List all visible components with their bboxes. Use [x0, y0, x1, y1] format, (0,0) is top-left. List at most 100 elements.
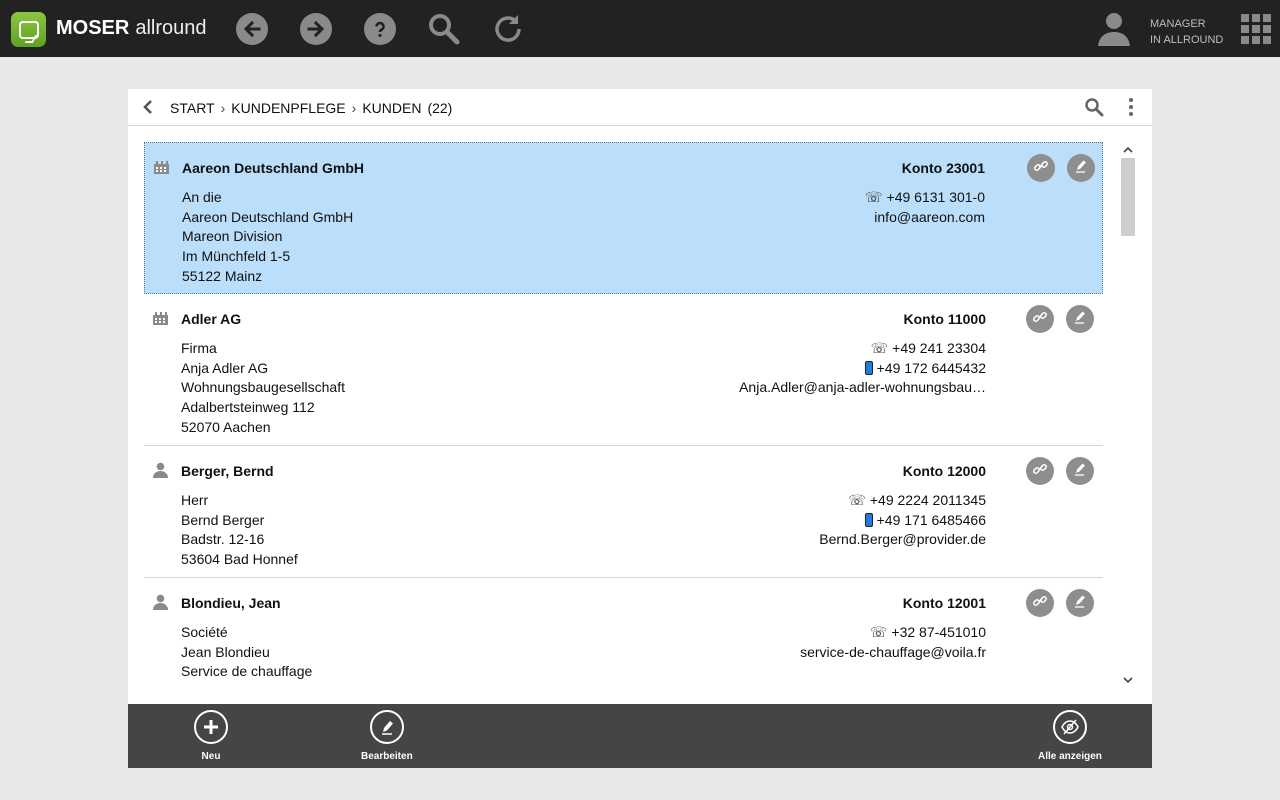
eye-hidden-icon: [1052, 710, 1087, 744]
top-bar: MOSER allround MANAGER IN ALLROUND: [0, 0, 1280, 57]
address-line: Im Münchfeld 1-5: [182, 248, 291, 265]
pencil-icon: [1073, 158, 1089, 179]
arrow-right-icon: [300, 13, 332, 45]
email-address[interactable]: info@aareon.com: [865, 208, 985, 228]
user-avatar-icon[interactable]: [1096, 10, 1132, 48]
breadcrumb-start[interactable]: START: [170, 100, 215, 116]
breadcrumb-kunden[interactable]: KUNDEN: [362, 100, 421, 116]
mobile-phone-icon: [864, 512, 873, 527]
address-line: Société: [181, 624, 228, 640]
address-line: An die: [182, 189, 222, 205]
row-actions: [1026, 589, 1094, 617]
brand-light: allround: [135, 17, 207, 39]
customer-list: Aareon Deutschland GmbH Konto 23001 An die…: [144, 142, 1103, 688]
scroll-thumb[interactable]: [1121, 158, 1135, 236]
customer-contact: ☏ +32 87-451010 service-de-chauffage@voila…: [800, 623, 986, 662]
link-icon: [1032, 593, 1048, 614]
edit-row-button[interactable]: [1067, 154, 1095, 182]
edit-row-button[interactable]: [1066, 305, 1094, 333]
mobile-number[interactable]: +49 171 6485466: [877, 512, 986, 528]
address-line: Herr: [181, 492, 209, 508]
breadcrumb-kundenpflege[interactable]: KUNDENPFLEGE: [231, 100, 345, 116]
link-icon: [1032, 309, 1048, 330]
account-number: Konto 23001: [901, 160, 985, 176]
plus-icon: [194, 710, 228, 744]
link-icon: [1033, 158, 1049, 179]
mobile-number[interactable]: +49 172 6445432: [877, 360, 986, 376]
app-brand: MOSER allround: [56, 17, 207, 40]
link-button[interactable]: [1027, 154, 1055, 182]
phone-number[interactable]: +32 87-451010: [891, 624, 986, 640]
phone-icon: ☏: [848, 492, 866, 508]
refresh-button[interactable]: [491, 12, 525, 46]
back-button[interactable]: [235, 12, 269, 46]
scrollbar[interactable]: [1120, 142, 1136, 688]
link-button[interactable]: [1026, 589, 1054, 617]
phone-line: ☏ +32 87-451010: [800, 623, 986, 643]
email-address[interactable]: Bernd.Berger@provider.de: [819, 530, 986, 550]
email-address[interactable]: Anja.Adler@anja-adler-wohnungsbau…: [739, 378, 986, 398]
row-actions: [1026, 457, 1094, 485]
show-all-button[interactable]: Alle anzeigen: [1038, 710, 1102, 762]
address-line: Firma: [181, 340, 217, 356]
pencil-icon: [1072, 309, 1088, 330]
address-line: Mareon Division: [182, 228, 283, 245]
address-line: Adalbertsteinweg 112: [181, 399, 315, 416]
chevron-down-icon[interactable]: [1122, 674, 1134, 686]
phone-number[interactable]: +49 241 23304: [892, 340, 986, 356]
company-building-icon: [152, 310, 169, 326]
customer-entry[interactable]: Berger, Bernd Konto 12000 Herr Bernd Berger…: [144, 446, 1103, 578]
card-header: START › KUNDENPFLEGE › KUNDEN (22): [128, 89, 1152, 126]
question-icon: [364, 13, 396, 45]
user-role-line1: MANAGER: [1150, 18, 1206, 30]
phone-number[interactable]: +49 6131 301-0: [887, 189, 985, 205]
edit-row-button[interactable]: [1066, 589, 1094, 617]
customer-entry[interactable]: Aareon Deutschland GmbH Konto 23001 An die…: [144, 142, 1103, 294]
address-line: Aareon Deutschland GmbH: [182, 208, 354, 225]
search-icon[interactable]: [1084, 97, 1104, 117]
phone-icon: ☏: [869, 624, 888, 640]
search-icon: [429, 14, 460, 45]
chevron-up-icon[interactable]: [1122, 144, 1134, 156]
customer-entry[interactable]: Adler AG Konto 11000 Firma Anja Adler AG Woh…: [144, 294, 1103, 446]
phone-icon: ☏: [865, 189, 883, 205]
person-icon: [152, 594, 169, 610]
phone-line: ☏ +49 2224 2011345: [819, 491, 986, 511]
account-number: Konto 11000: [903, 311, 986, 327]
new-label: Neu: [201, 751, 221, 762]
phone-line: ☏ +49 241 23304: [739, 339, 986, 359]
row-actions: [1026, 305, 1094, 333]
customer-name: Berger, Bernd: [181, 463, 274, 479]
address-line: 53604 Bad Honnef: [181, 551, 298, 568]
address-line: Bernd Berger: [181, 511, 265, 528]
apps-grid-icon[interactable]: [1241, 14, 1271, 44]
customer-contact: ☏ +49 6131 301-0 info@aareon.com: [865, 188, 985, 227]
address-line: Wohnungsbaugesellschaft: [181, 379, 345, 396]
forward-button[interactable]: [299, 12, 333, 46]
more-vertical-icon[interactable]: [1126, 97, 1136, 117]
address-line: 55122 Mainz: [182, 267, 263, 284]
link-button[interactable]: [1026, 457, 1054, 485]
row-actions: [1027, 154, 1095, 182]
email-address[interactable]: service-de-chauffage@voila.fr: [800, 643, 986, 663]
link-icon: [1032, 461, 1048, 482]
address-line: Anja Adler AG: [181, 359, 269, 376]
customer-name: Adler AG: [181, 311, 242, 327]
account-number: Konto 12000: [902, 463, 986, 479]
customer-address: An die Aareon Deutschland GmbH Mareon Divi…: [182, 188, 353, 287]
chevron-left-icon[interactable]: [140, 99, 156, 115]
edit-row-button[interactable]: [1066, 457, 1094, 485]
phone-number[interactable]: +49 2224 2011345: [870, 492, 986, 508]
search-button[interactable]: [427, 12, 461, 46]
customer-entry[interactable]: Blondieu, Jean Konto 12001 Société Jean Blo…: [144, 578, 1103, 688]
link-button[interactable]: [1026, 305, 1054, 333]
app-logo-icon: [11, 12, 46, 47]
edit-button[interactable]: Bearbeiten: [361, 710, 413, 762]
address-line: 52070 Aachen: [181, 418, 271, 435]
help-button[interactable]: [363, 12, 397, 46]
new-button[interactable]: Neu: [194, 710, 228, 762]
customer-list-card: START › KUNDENPFLEGE › KUNDEN (22) Aareon Deu…: [128, 89, 1152, 704]
user-role: MANAGER IN ALLROUND: [1150, 16, 1223, 48]
pencil-icon: [1072, 593, 1088, 614]
user-role-line2: IN ALLROUND: [1150, 34, 1224, 46]
